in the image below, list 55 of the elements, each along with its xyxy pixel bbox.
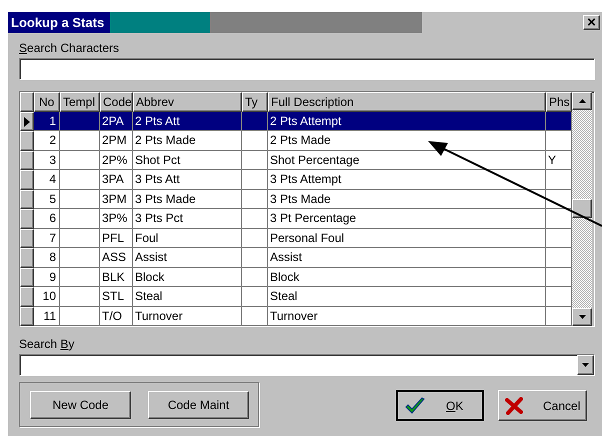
- table-row[interactable]: 9 BLK Block Block: [20, 268, 572, 288]
- row-indicator[interactable]: [20, 190, 34, 210]
- down-arrow-icon: [582, 363, 589, 367]
- table-row[interactable]: 1 2PA 2 Pts Att 2 Pts Attempt: [20, 112, 572, 132]
- close-button[interactable]: ×: [583, 15, 600, 30]
- table-cell: 11: [34, 306, 60, 326]
- current-row-icon: [24, 116, 30, 127]
- scroll-up-button[interactable]: [572, 92, 592, 110]
- table-row[interactable]: 5 3PM 3 Pts Made 3 Pts Made: [20, 190, 572, 210]
- table-cell: T/O: [100, 306, 133, 326]
- row-indicator[interactable]: [20, 228, 34, 248]
- search-label: Search Characters: [19, 41, 120, 55]
- checkmark-icon: [404, 396, 426, 416]
- column-header[interactable]: Code: [100, 92, 133, 112]
- column-header[interactable]: No: [34, 92, 60, 112]
- row-indicator[interactable]: [20, 268, 34, 288]
- table-cell: Turnover: [268, 306, 546, 326]
- table-row[interactable]: 11 T/O Turnover Turnover: [20, 306, 572, 326]
- row-indicator[interactable]: [20, 112, 34, 132]
- cross-icon: [505, 396, 523, 414]
- column-header[interactable]: Full Description: [268, 92, 546, 112]
- column-header[interactable]: Abbrev: [133, 92, 242, 112]
- search-by-dropdown[interactable]: [19, 354, 595, 376]
- row-indicator[interactable]: [20, 306, 34, 326]
- column-header[interactable]: Phs: [546, 92, 572, 112]
- cancel-button[interactable]: Cancel: [498, 390, 587, 421]
- table-row[interactable]: 10 STL Steal Steal: [20, 287, 572, 307]
- table-row[interactable]: 8 ASS Assist Assist: [20, 248, 572, 268]
- table-row[interactable]: 4 3PA 3 Pts Att 3 Pts Attempt: [20, 170, 572, 190]
- search-field[interactable]: [19, 58, 595, 80]
- dropdown-button[interactable]: [577, 355, 594, 375]
- table-row[interactable]: 2 2PM 2 Pts Made 2 Pts Made: [20, 131, 572, 151]
- row-indicator[interactable]: [20, 287, 34, 307]
- command-button[interactable]: Code Maint: [148, 390, 249, 418]
- table-row[interactable]: 7 PFL Foul Personal Foul: [20, 228, 572, 248]
- row-indicator[interactable]: [20, 170, 34, 190]
- row-indicator[interactable]: [20, 248, 34, 268]
- table-cell: Turnover: [133, 306, 242, 326]
- row-indicator[interactable]: [20, 209, 34, 229]
- up-arrow-icon: [578, 99, 586, 103]
- row-indicator[interactable]: [20, 131, 34, 151]
- search-by-label: Search By: [19, 337, 76, 351]
- column-header[interactable]: Templ: [60, 92, 100, 112]
- table-row[interactable]: 3 2P% Shot Pct Shot Percentage Y: [20, 150, 572, 170]
- ok-button[interactable]: OK: [396, 390, 484, 421]
- vertical-scrollbar[interactable]: [572, 92, 592, 326]
- header-corner: [20, 92, 34, 112]
- down-arrow-icon: [578, 315, 586, 319]
- window-title: Lookup a Stats: [10, 14, 104, 32]
- scroll-thumb[interactable]: [572, 199, 592, 218]
- row-indicator[interactable]: [20, 150, 34, 170]
- scroll-down-button[interactable]: [572, 308, 592, 326]
- command-button[interactable]: New Code: [30, 390, 131, 418]
- table-row[interactable]: 6 3P% 3 Pts Pct 3 Pt Percentage: [20, 209, 572, 229]
- column-header[interactable]: Ty: [242, 92, 268, 112]
